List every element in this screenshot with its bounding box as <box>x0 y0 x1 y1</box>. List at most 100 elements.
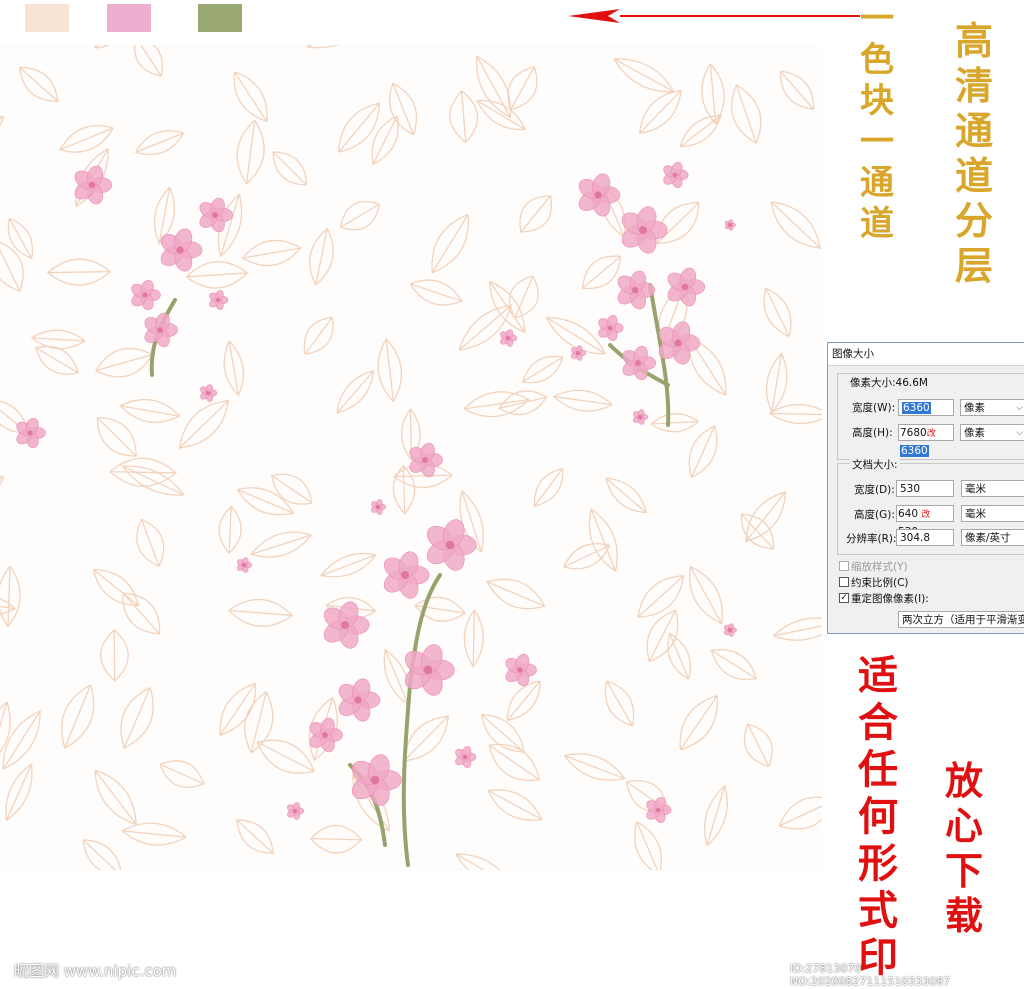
leaf-outline <box>46 258 111 286</box>
leaf-outline <box>0 116 5 127</box>
leaf-outline <box>476 99 526 131</box>
swatch-pink <box>107 4 151 32</box>
leaf-outline <box>509 275 539 319</box>
doc-width-unit-select[interactable]: 毫米 <box>961 480 1024 497</box>
leaf-outline <box>136 518 165 567</box>
height-unit-select[interactable]: 像素 ⌵ <box>960 424 1024 441</box>
resample-checkbox[interactable]: ✓ <box>839 593 849 603</box>
flower <box>383 551 430 599</box>
leaf-outline <box>96 417 137 457</box>
char: 形 <box>858 840 898 887</box>
char: 任 <box>858 746 898 793</box>
leaf-outline <box>604 680 635 727</box>
height-unit: 像素 <box>964 427 985 439</box>
leaf-outline <box>563 543 611 570</box>
chevron-down-icon: ⌵ <box>1016 403 1023 413</box>
leaf-outline <box>242 239 302 267</box>
flower <box>724 219 736 231</box>
label-download-safely: 放 心 下 载 <box>945 762 983 942</box>
flower <box>663 161 689 189</box>
leaf-outline <box>339 201 381 231</box>
char: 适 <box>858 652 898 699</box>
char: 清 <box>955 63 994 108</box>
char: 何 <box>858 793 898 840</box>
char: 高 <box>955 18 994 63</box>
image-size-dialog: 图像大小 像素大小:46.6M 宽度(W): 6360 像素 ⌵ 高度(H): 7… <box>827 342 1024 634</box>
leaf-outline <box>0 701 11 754</box>
flower <box>500 329 518 347</box>
leaf-outline <box>392 465 416 515</box>
doc-height-unit-select[interactable]: 毫米 <box>961 505 1024 522</box>
flower <box>426 519 477 571</box>
leaf-outline <box>228 598 294 627</box>
leaf-outline <box>486 578 546 610</box>
width-unit-select[interactable]: 像素 ⌵ <box>960 399 1024 416</box>
leaf-outline <box>488 743 541 782</box>
leaf-outline <box>778 796 822 830</box>
doc-height-unit: 毫米 <box>965 508 986 520</box>
doc-height-input[interactable]: 640 改 530 <box>896 505 954 538</box>
label-hd-channel-layers: 高 清 通 道 分 层 <box>955 22 993 292</box>
leaf-outline <box>745 491 787 543</box>
leaf-outline <box>701 63 725 125</box>
leaf-outline <box>637 575 685 618</box>
char: 一 <box>860 122 894 162</box>
watermark-site: 昵图网 www.nipic.com <box>14 962 177 980</box>
constrain-proportions-label: 约束比例(C) <box>851 577 909 589</box>
leaf-outline <box>0 565 21 628</box>
width-value: 6360 <box>902 402 931 414</box>
leaf-outline <box>306 45 340 49</box>
leaf-outline <box>109 457 178 487</box>
leaf-outline <box>634 821 663 870</box>
leaf-outline <box>250 531 312 558</box>
leaf-outline <box>82 839 122 870</box>
leaf-outline <box>223 340 245 397</box>
flower <box>209 290 229 310</box>
document-size-label: 文档大小: <box>850 457 900 472</box>
leaf-outline <box>409 279 463 306</box>
leaf-outline <box>779 70 815 111</box>
scale-styles-label: 缩放样式(Y) <box>851 561 908 573</box>
leaf-outline <box>455 853 501 870</box>
pixel-dimensions-label: 像素大小:46.6M <box>850 377 928 389</box>
height-label: 高度(H): <box>852 427 893 439</box>
scale-styles-checkbox[interactable] <box>839 561 849 571</box>
leaf-outline <box>100 629 129 682</box>
leaf-outline <box>7 217 34 260</box>
leaf-outline <box>519 195 553 233</box>
dialog-title: 图像大小 <box>828 343 1024 366</box>
height-input[interactable]: 7680改 6360 <box>898 424 954 457</box>
constrain-proportions-checkbox[interactable] <box>839 577 849 587</box>
leaf-outline <box>605 477 648 514</box>
char: 合 <box>858 699 898 746</box>
leaf-outline <box>0 475 5 486</box>
resample-method-select[interactable]: 两次立方（适用于平滑渐变 <box>898 611 1024 628</box>
char: 色 <box>860 40 894 80</box>
leaf-outline <box>688 424 718 479</box>
leaf-outline <box>521 355 564 384</box>
flower <box>633 409 648 425</box>
doc-height-label: 高度(G): <box>854 509 895 521</box>
char: 一 <box>860 0 894 39</box>
leaf-outline <box>0 241 24 292</box>
resolution-unit-select[interactable]: 像素/英寸 <box>961 529 1024 546</box>
doc-width-input[interactable]: 530 <box>896 480 954 497</box>
doc-width-unit: 毫米 <box>965 483 986 495</box>
leaf-outline <box>679 695 718 751</box>
resolution-input[interactable]: 304.8 <box>896 529 954 546</box>
leaf-outline <box>94 45 111 49</box>
flower <box>505 653 537 687</box>
flower <box>237 557 253 573</box>
leaf-outline <box>656 201 700 245</box>
height-value-old: 7680 <box>900 427 927 439</box>
width-input[interactable]: 6360 <box>898 399 954 416</box>
leaf-outline <box>256 739 315 774</box>
change-mark: 改 <box>926 429 936 439</box>
leaf-outline <box>480 714 525 753</box>
chevron-down-icon: ⌵ <box>1016 428 1023 438</box>
leaf-outline <box>218 505 242 554</box>
leaf-outline <box>134 130 185 156</box>
leaf-outline <box>377 338 403 403</box>
width-unit: 像素 <box>964 402 985 414</box>
leaf-outline <box>740 513 775 550</box>
